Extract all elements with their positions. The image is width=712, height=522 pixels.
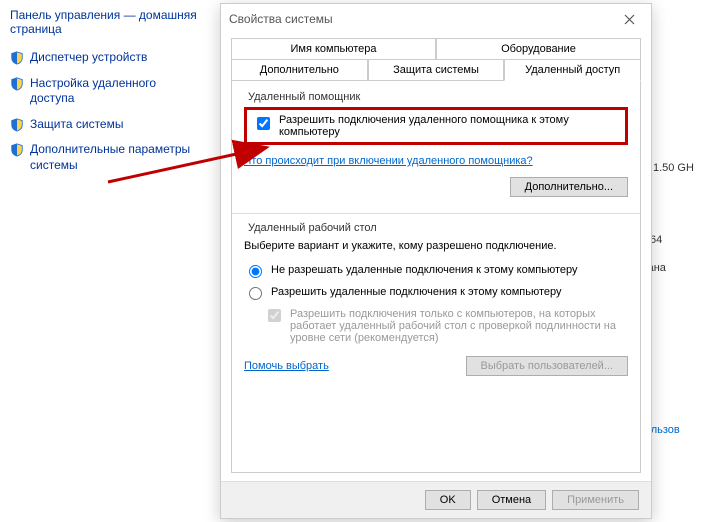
allow-remote-assistant-checkbox[interactable] [257,117,270,130]
remote-assistant-advanced-button[interactable]: Дополнительно... [510,177,628,197]
remote-desktop-intro: Выберите вариант и укажите, кому разреше… [244,240,628,252]
select-users-button: Выбрать пользователей... [466,356,629,376]
group-remote-assistant-title: Удаленный помощник [244,91,364,103]
close-icon [624,14,635,25]
tab-advanced[interactable]: Дополнительно [231,59,368,81]
shield-icon [10,118,24,132]
radio-deny-label: Не разрешать удаленные подключения к это… [271,264,578,276]
group-remote-desktop-title: Удаленный рабочий стол [244,222,381,234]
tab-system-protection[interactable]: Защита системы [368,59,505,81]
sidebar-item-advanced-settings[interactable]: Дополнительные параметры системы [10,142,200,173]
sidebar-item-label: Диспетчер устройств [30,50,147,66]
sidebar-item-device-manager[interactable]: Диспетчер устройств [10,50,200,66]
highlighted-checkbox-row: Разрешить подключения удаленного помощни… [244,107,628,145]
nla-checkbox-label: Разрешить подключения только с компьютер… [290,308,628,344]
shield-icon [10,51,24,65]
system-properties-dialog: Свойства системы Имя компьютера Оборудов… [220,3,652,519]
radio-deny[interactable] [249,265,262,278]
help-choose-link[interactable]: Помочь выбрать [244,360,329,372]
allow-remote-assistant-label: Разрешить подключения удаленного помощни… [279,114,619,138]
sidebar-item-label: Настройка удаленного доступа [30,76,200,107]
shield-icon [10,143,24,157]
cancel-button[interactable]: Отмена [477,490,546,510]
close-button[interactable] [609,5,649,33]
shield-icon [10,77,24,91]
radio-allow[interactable] [249,287,262,300]
nla-checkbox [268,309,281,322]
tab-remote[interactable]: Удаленный доступ [504,59,641,81]
sidebar-item-label: Дополнительные параметры системы [30,142,200,173]
dialog-title: Свойства системы [229,12,333,26]
tab-hardware[interactable]: Оборудование [436,38,641,59]
radio-deny-row[interactable]: Не разрешать удаленные подключения к это… [244,264,628,278]
sidebar-item-remote-settings[interactable]: Настройка удаленного доступа [10,76,200,107]
radio-allow-label: Разрешить удаленные подключения к этому … [271,286,562,298]
radio-allow-row[interactable]: Разрешить удаленные подключения к этому … [244,286,628,300]
apply-button[interactable]: Применить [552,490,639,510]
tab-computer-name[interactable]: Имя компьютера [231,38,436,59]
sidebar-item-system-protection[interactable]: Защита системы [10,117,200,133]
sidebar-item-label: Защита системы [30,117,123,133]
remote-assistant-help-link[interactable]: Что происходит при включении удаленного … [244,155,533,167]
ok-button[interactable]: OK [425,490,471,510]
sidebar-title: Панель управления — домашняя страница [10,8,200,36]
